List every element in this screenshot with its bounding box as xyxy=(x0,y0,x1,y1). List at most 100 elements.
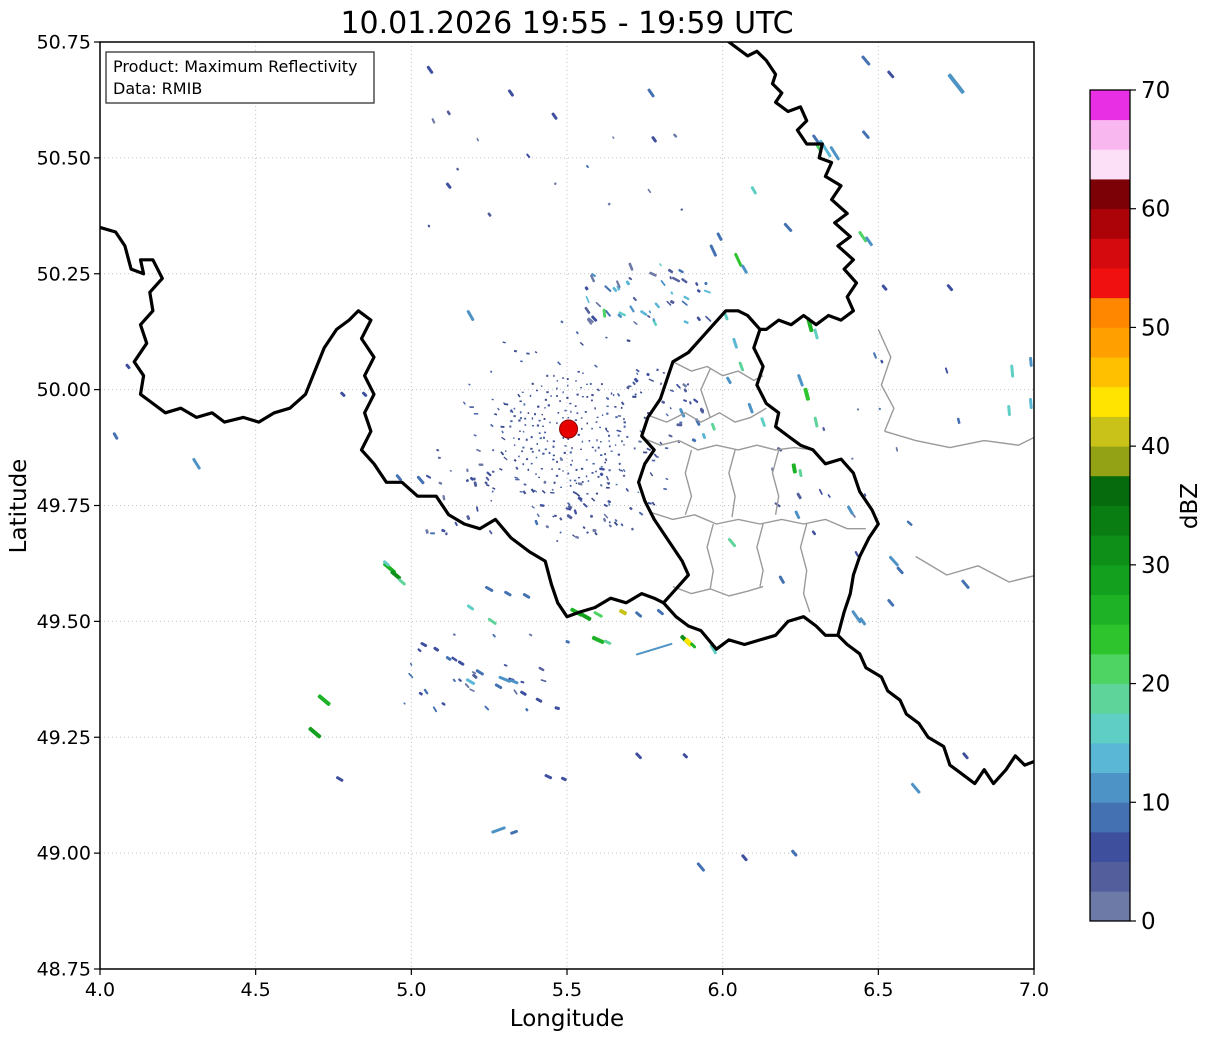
clutter-dot xyxy=(615,483,618,486)
clutter-dot xyxy=(664,447,669,450)
radar-echo xyxy=(635,752,642,760)
clutter-dot xyxy=(557,411,560,414)
radar-site-marker xyxy=(559,419,579,439)
x-axis-label: Longitude xyxy=(510,1006,624,1032)
colorbar-segment xyxy=(1090,505,1130,536)
clutter-dot xyxy=(600,454,603,457)
clutter-speck xyxy=(646,372,650,377)
clutter-dot xyxy=(562,417,564,419)
clutter-speck xyxy=(880,359,884,364)
clutter-speck xyxy=(432,706,438,713)
colorbar-segment xyxy=(1090,653,1130,684)
radar-echo xyxy=(797,374,804,387)
radar-echo xyxy=(635,642,673,656)
clutter-dot xyxy=(575,380,577,382)
clutter-speck xyxy=(551,488,554,491)
clutter-dot xyxy=(589,382,592,385)
clutter-dot xyxy=(587,480,590,482)
clutter-dot xyxy=(559,400,561,403)
clutter-dot xyxy=(608,445,611,448)
clutter-dot xyxy=(490,499,493,502)
radar-echo xyxy=(651,136,657,143)
clutter-speck xyxy=(584,306,591,314)
clutter-dot xyxy=(530,436,533,439)
clutter-dot xyxy=(633,447,636,450)
clutter-speck xyxy=(589,514,594,518)
radar-reflectivity-figure: 4.0 4.5 5.0 5.5 6.0 6.5 7.0 48.75 49.00 49.25 49.5… xyxy=(6,6,1203,1032)
radar-echo-layer xyxy=(112,55,1033,872)
clutter-dot xyxy=(588,440,591,442)
clutter-dot xyxy=(606,405,609,408)
clutter-speck xyxy=(648,310,652,314)
clutter-dot xyxy=(519,411,522,414)
clutter-speck xyxy=(475,506,479,512)
clutter-dot xyxy=(634,393,637,396)
clutter-dot xyxy=(490,370,493,373)
colorbar-segment xyxy=(1090,386,1130,417)
clutter-speck xyxy=(606,475,609,481)
colorbar-segment xyxy=(1090,564,1130,595)
clutter-speck xyxy=(670,291,674,295)
clutter-dot xyxy=(497,407,500,411)
radar-echo xyxy=(635,611,643,618)
clutter-dot xyxy=(514,476,519,479)
clutter-dot xyxy=(569,484,572,487)
clutter-dot xyxy=(501,436,506,441)
clutter-dot xyxy=(509,425,512,428)
clutter-dot xyxy=(608,521,611,524)
clutter-dot xyxy=(618,462,622,466)
clutter-dot xyxy=(522,463,525,466)
clutter-dot xyxy=(669,406,672,410)
clutter-speck xyxy=(534,519,539,526)
clutter-dot xyxy=(551,468,553,470)
clutter-speck xyxy=(944,367,949,374)
clutter-dot xyxy=(531,450,534,453)
country-border xyxy=(836,633,1034,786)
clutter-dot xyxy=(546,374,549,377)
clutter-dot xyxy=(504,450,507,452)
clutter-speck xyxy=(612,136,615,139)
clutter-dot xyxy=(608,469,611,472)
clutter-speck xyxy=(625,280,631,286)
clutter-dot xyxy=(556,540,559,542)
radar-echo xyxy=(619,608,627,616)
clutter-speck xyxy=(604,285,612,292)
clutter-speck xyxy=(437,456,441,459)
country-border xyxy=(727,42,859,331)
clutter-speck xyxy=(691,438,697,443)
y-tick-label: 49.75 xyxy=(37,495,91,517)
region-border xyxy=(756,523,764,587)
clutter-speck xyxy=(662,372,666,374)
clutter-dot xyxy=(529,394,532,397)
radar-echo xyxy=(317,694,331,706)
radar-echo xyxy=(416,475,425,485)
clutter-dot xyxy=(621,440,623,443)
clutter-dot xyxy=(556,460,558,463)
radar-echo xyxy=(829,146,840,161)
clutter-speck xyxy=(476,137,479,142)
clutter-speck xyxy=(446,110,451,116)
clutter-speck xyxy=(528,633,533,637)
radar-echo xyxy=(560,776,567,782)
country-border xyxy=(637,309,880,651)
radar-echo xyxy=(308,726,322,739)
clutter-dot xyxy=(574,419,578,421)
clutter-dot xyxy=(468,383,471,386)
clutter-dot xyxy=(571,447,573,450)
radar-echo xyxy=(727,537,737,548)
clutter-dot xyxy=(486,484,490,487)
clutter-speck xyxy=(906,520,913,526)
clutter-speck xyxy=(427,224,431,228)
clutter-dot xyxy=(594,449,597,452)
clutter-dot xyxy=(544,407,546,409)
radar-site-layer xyxy=(559,419,579,439)
clutter-dot xyxy=(623,421,626,424)
clutter-dot xyxy=(523,483,527,486)
colorbar-tick-label: 70 xyxy=(1141,78,1170,104)
clutter-dot xyxy=(679,421,683,424)
clutter-dot xyxy=(513,458,517,462)
clutter-dot xyxy=(656,368,659,372)
clutter-dot xyxy=(574,405,577,407)
radar-echo xyxy=(593,611,603,618)
clutter-dot xyxy=(531,382,534,385)
